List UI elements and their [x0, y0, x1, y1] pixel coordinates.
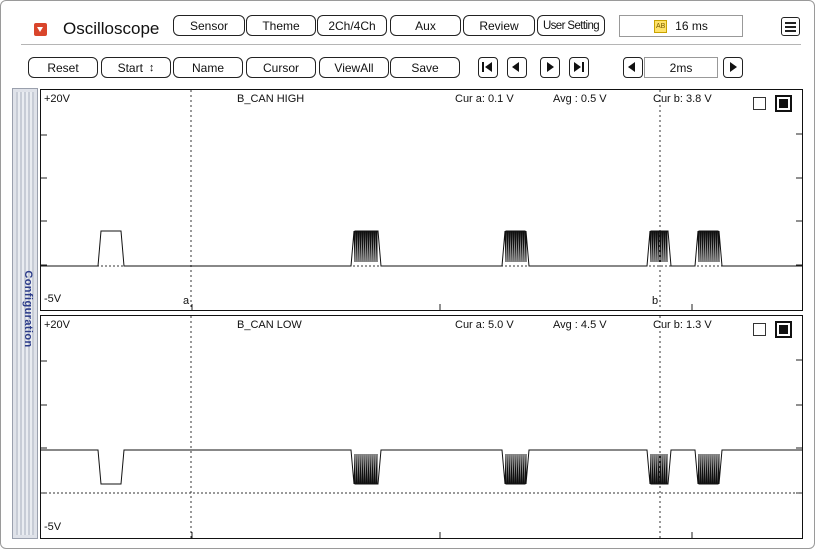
configuration-tab[interactable]: Configuration [12, 88, 38, 539]
skip-to-end-button[interactable] [569, 57, 589, 78]
timebase-value: 2ms [644, 57, 718, 78]
skip-back-icon [485, 62, 492, 72]
cursor-a-label: a [183, 295, 190, 307]
cursor-b-label: b [652, 295, 659, 307]
configuration-label: Configuration [22, 270, 34, 348]
skip-forward-icon [574, 62, 581, 72]
ch2-color-selector[interactable] [775, 321, 792, 338]
dropdown-arrow-icon[interactable] [34, 23, 47, 36]
ch2-cursor-b-value: Cur b: 1.3 V [653, 319, 712, 331]
reset-button[interactable]: Reset [28, 57, 98, 78]
ch2-top-label: +20V [44, 319, 70, 331]
channel-panel-1[interactable]: +20V -5V B_CAN HIGH Cur a: 0.1 V Avg : 0… [40, 89, 803, 311]
ch1-color-selector[interactable] [775, 95, 792, 112]
channel-panel-2[interactable]: +20V -5V B_CAN LOW Cur a: 5.0 V Avg : 4.… [40, 315, 803, 539]
bar-icon [582, 62, 584, 72]
sensor-button[interactable]: Sensor [173, 15, 245, 36]
save-button[interactable]: Save [390, 57, 460, 78]
app-title: Oscilloscope [63, 19, 160, 38]
ch2-bottom-label: -5V [44, 521, 62, 533]
theme-button[interactable]: Theme [246, 15, 316, 36]
ch2-avg-value: Avg : 4.5 V [553, 319, 607, 331]
ch1-checkbox[interactable] [753, 97, 766, 110]
aux-button[interactable]: Aux [390, 15, 461, 36]
time-display-value: 16 ms [675, 19, 708, 33]
start-button[interactable]: Start ↕ [101, 57, 171, 78]
updown-icon: ↕ [148, 61, 155, 74]
viewall-button[interactable]: ViewAll [319, 57, 389, 78]
right-arrow-icon [547, 62, 554, 72]
review-button[interactable]: Review [463, 15, 535, 36]
bar-icon [482, 62, 484, 72]
ch2-name: B_CAN LOW [237, 319, 302, 331]
left-arrow-icon [512, 62, 519, 72]
ch1-name: B_CAN HIGH [237, 93, 305, 105]
timebase-increase-button[interactable] [723, 57, 743, 78]
timebase-decrease-button[interactable] [623, 57, 643, 78]
step-back-button[interactable] [507, 57, 527, 78]
ch1-cursor-a-value: Cur a: 0.1 V [455, 93, 514, 105]
waveform-plot-1[interactable] [41, 90, 802, 310]
skip-to-start-button[interactable] [478, 57, 498, 78]
cursor-button[interactable]: Cursor [246, 57, 316, 78]
menu-icon[interactable] [781, 17, 800, 36]
2ch-4ch-button[interactable]: 2Ch/4Ch [317, 15, 387, 36]
user-setting-button[interactable]: User Setting [537, 15, 605, 36]
ch1-avg-value: Avg : 0.5 V [553, 93, 607, 105]
ab-icon: AB [654, 19, 668, 33]
ch2-cursor-a-value: Cur a: 5.0 V [455, 319, 514, 331]
toolbar-divider [21, 44, 801, 45]
oscilloscope-window: Oscilloscope Sensor Theme 2Ch/4Ch Aux Re… [0, 0, 815, 549]
name-button[interactable]: Name [173, 57, 243, 78]
ch1-cursor-b-value: Cur b: 3.8 V [653, 93, 712, 105]
step-forward-button[interactable] [540, 57, 560, 78]
ch1-top-label: +20V [44, 93, 70, 105]
waveform-plot-2[interactable] [41, 316, 802, 538]
waveform-trace-2 [41, 449, 802, 485]
right-arrow-icon [730, 62, 737, 72]
waveform-trace-1 [41, 230, 802, 267]
ch2-checkbox[interactable] [753, 323, 766, 336]
ch1-bottom-label: -5V [44, 293, 62, 305]
left-arrow-icon [628, 62, 635, 72]
time-display: AB 16 ms [619, 15, 743, 37]
start-label: Start [117, 60, 143, 75]
